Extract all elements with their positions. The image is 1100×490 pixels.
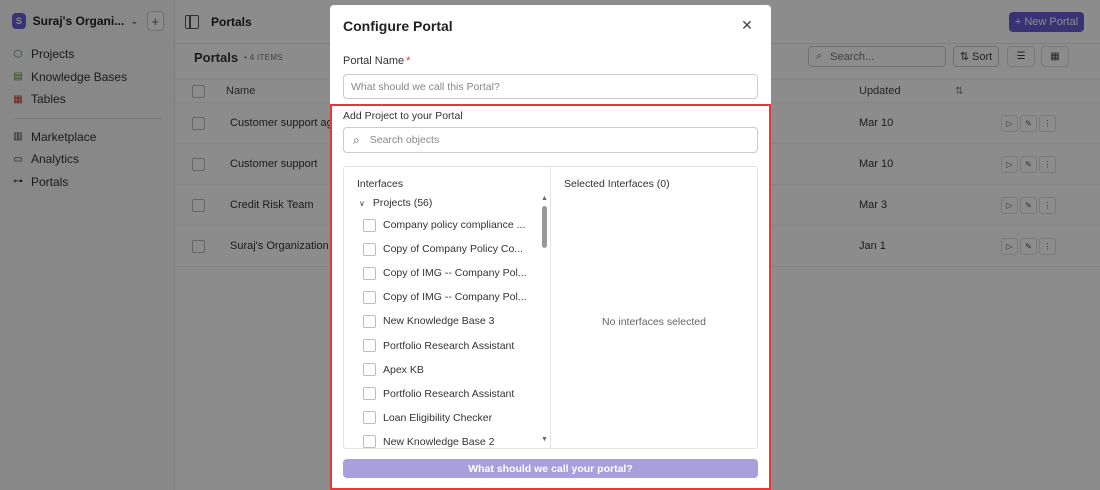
list-item[interactable]: Apex KB xyxy=(363,358,527,382)
scroll-up-icon[interactable]: ▲ xyxy=(541,195,548,202)
item-label: Portfolio Research Assistant xyxy=(383,387,515,400)
item-checkbox[interactable] xyxy=(363,290,376,304)
list-item[interactable]: Copy of Company Policy Co... xyxy=(363,237,527,261)
interfaces-picker: Interfaces ∨ Projects (56) Company polic… xyxy=(343,166,758,449)
item-checkbox[interactable] xyxy=(363,363,376,377)
list-item[interactable]: Portfolio Research Assistant xyxy=(363,333,527,357)
close-icon[interactable]: ✕ xyxy=(740,17,754,33)
item-checkbox[interactable] xyxy=(363,242,376,256)
submit-button[interactable]: What should we call your portal? xyxy=(343,459,758,478)
group-label: Projects (56) xyxy=(372,197,433,209)
item-checkbox[interactable] xyxy=(363,314,376,328)
item-label: Apex KB xyxy=(383,363,424,376)
list-item[interactable]: Loan Eligibility Checker xyxy=(363,406,527,430)
interfaces-list-panel: Interfaces ∨ Projects (56) Company polic… xyxy=(344,167,551,448)
scrollbar-thumb[interactable] xyxy=(542,206,547,248)
list-item[interactable]: Portfolio Research Assistant xyxy=(363,382,527,406)
item-checkbox[interactable] xyxy=(363,218,376,232)
dialog-title: Configure Portal xyxy=(343,18,453,34)
portal-name-label: Portal Name * xyxy=(343,55,410,67)
item-checkbox[interactable] xyxy=(363,339,376,353)
item-checkbox[interactable] xyxy=(363,435,376,448)
configure-portal-dialog: Configure Portal ✕ Portal Name* Add Proj… xyxy=(330,5,771,490)
item-checkbox[interactable] xyxy=(363,266,376,280)
portal-name-input[interactable] xyxy=(343,74,758,99)
search-icon: ⌕ xyxy=(353,132,360,147)
add-project-label: Add Project to your Portal xyxy=(343,110,463,122)
object-search-field[interactable]: ⌕ xyxy=(343,127,758,153)
list-item[interactable]: Company policy compliance ... xyxy=(363,213,527,237)
scroll-down-icon[interactable]: ▼ xyxy=(541,436,548,443)
item-label: Copy of Company Policy Co... xyxy=(383,243,524,256)
item-checkbox[interactable] xyxy=(363,411,376,425)
portal-name-label-text: Portal Name xyxy=(343,55,405,67)
object-search-input[interactable] xyxy=(369,134,730,146)
projects-group-toggle[interactable]: ∨ Projects (56) xyxy=(359,197,432,209)
item-label: Portfolio Research Assistant xyxy=(383,339,515,352)
selected-interfaces-heading: Selected Interfaces (0) xyxy=(564,178,670,190)
required-asterisk: * xyxy=(406,55,411,67)
item-label: New Knowledge Base 3 xyxy=(383,315,495,328)
item-label: Loan Eligibility Checker xyxy=(383,411,493,424)
list-item[interactable]: Copy of IMG -- Company Pol... xyxy=(363,261,527,285)
item-label: Copy of IMG -- Company Pol... xyxy=(383,267,527,280)
item-label: Company policy compliance ... xyxy=(383,219,526,232)
list-scrollbar[interactable]: ▲ ▼ xyxy=(539,193,549,448)
list-item[interactable]: Copy of IMG -- Company Pol... xyxy=(363,285,527,309)
empty-state-text: No interfaces selected xyxy=(602,316,706,328)
selected-interfaces-panel: Selected Interfaces (0) No interfaces se… xyxy=(551,167,757,448)
interfaces-heading: Interfaces xyxy=(357,178,404,190)
item-label: Copy of IMG -- Company Pol... xyxy=(383,291,527,304)
list-item[interactable]: New Knowledge Base 3 xyxy=(363,309,527,333)
item-checkbox[interactable] xyxy=(363,387,376,401)
list-item[interactable]: New Knowledge Base 2 xyxy=(363,430,527,448)
interfaces-list: Company policy compliance ... Copy of Co… xyxy=(363,213,527,448)
chevron-down-icon[interactable]: ∨ xyxy=(359,199,365,208)
item-label: New Knowledge Base 2 xyxy=(383,435,495,448)
